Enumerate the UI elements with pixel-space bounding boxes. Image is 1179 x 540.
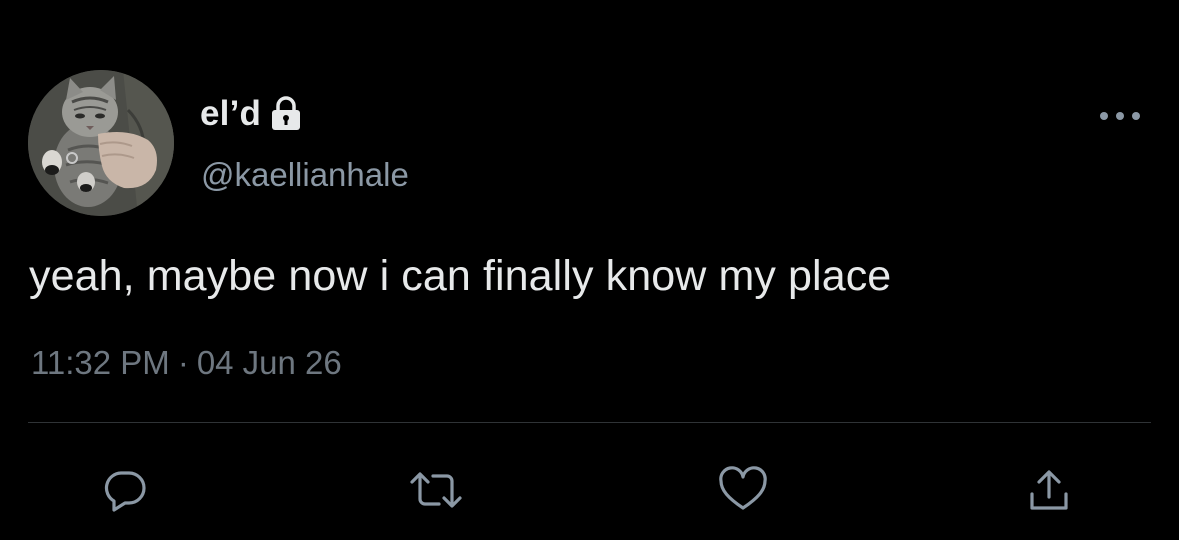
display-name[interactable]: el’d	[200, 94, 261, 134]
tweet-card: el’d @kaellianhale yeah, maybe now i can…	[0, 0, 1179, 540]
reply-icon	[104, 471, 146, 512]
retweet-icon	[410, 472, 462, 508]
tweet-date: 04 Jun 26	[196, 344, 342, 381]
tweet-text: yeah, maybe now i can finally know my pl…	[29, 252, 892, 300]
share-icon	[1030, 470, 1068, 510]
divider	[28, 422, 1151, 423]
like-button[interactable]	[716, 466, 770, 514]
lock-icon	[272, 96, 301, 130]
more-options-icon[interactable]	[1098, 106, 1142, 126]
heart-icon	[719, 466, 767, 510]
author-name-row[interactable]: el’d	[200, 94, 303, 134]
avatar[interactable]	[28, 70, 174, 216]
username-handle[interactable]: @kaellianhale	[201, 156, 409, 194]
share-button[interactable]	[1025, 466, 1073, 514]
tweet-timestamp[interactable]: 11:32 PM · 04 Jun 26	[31, 344, 342, 382]
cat-avatar-image	[28, 70, 174, 216]
tweet-time: 11:32 PM	[31, 344, 170, 381]
reply-button[interactable]	[101, 466, 149, 514]
meta-separator: ·	[177, 344, 189, 381]
retweet-button[interactable]	[408, 466, 464, 514]
